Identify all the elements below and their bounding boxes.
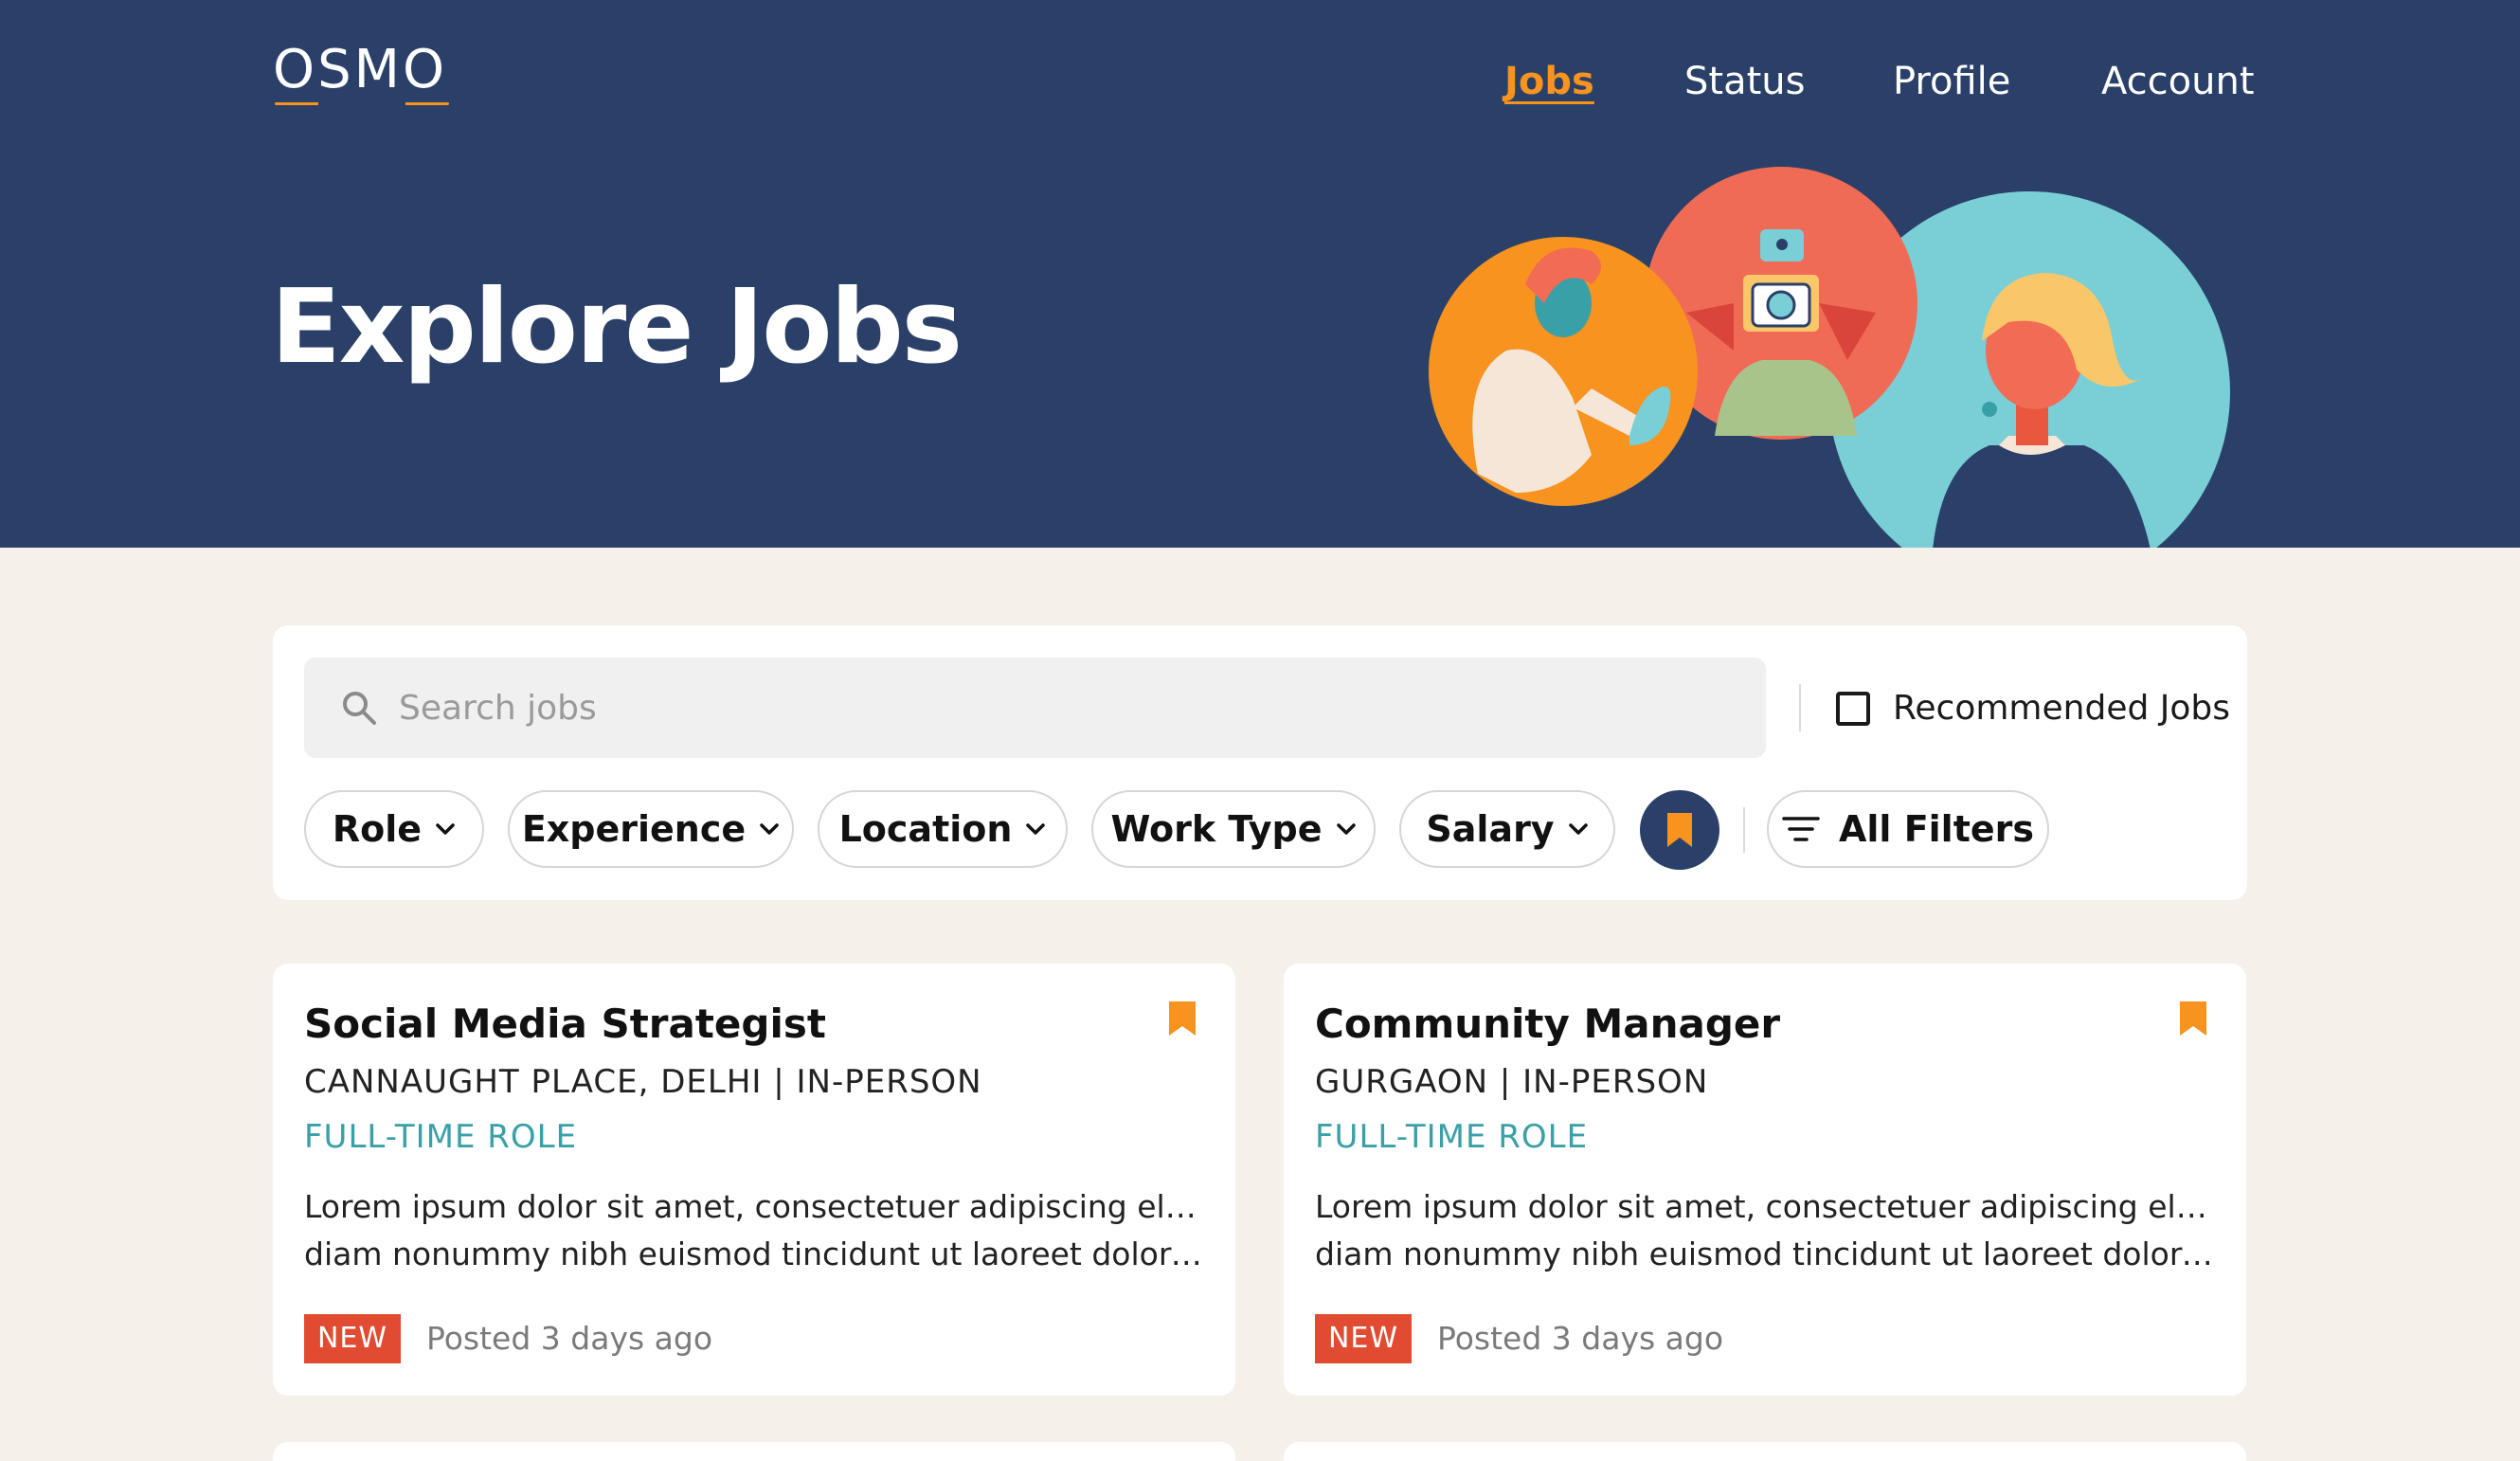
job-description-line: Lorem ipsum dolor sit amet, consectetuer… <box>1315 1188 2215 1225</box>
filter-chip-experience[interactable]: Experience <box>508 790 794 868</box>
search-icon <box>343 692 376 725</box>
logo-underline <box>275 102 449 105</box>
filter-chip-label: Location <box>838 808 1013 850</box>
all-filters-label: All Filters <box>1839 808 2034 850</box>
filter-chip-location[interactable]: Location <box>818 790 1068 868</box>
hero-illustration <box>1429 167 2230 548</box>
bookmark-icon[interactable] <box>2178 1000 2208 1037</box>
posted-time: Posted 3 days ago <box>1437 1320 1724 1357</box>
filter-panel: Recommended Jobs Role Experience Locatio… <box>273 625 2247 900</box>
header: OSMO Jobs Status Profile Account Explore… <box>0 0 2520 548</box>
saved-jobs-button[interactable] <box>1640 790 1719 870</box>
nav-item-jobs[interactable]: Jobs <box>1504 53 1594 110</box>
job-description: Lorem ipsum dolor sit amet, consectetuer… <box>304 1183 1204 1278</box>
chevron-down-icon <box>1336 823 1356 835</box>
search-input[interactable] <box>399 658 1725 758</box>
job-type: FULL-TIME ROLE <box>304 1118 578 1156</box>
job-title[interactable]: Social Media Strategist <box>304 996 826 1053</box>
job-title[interactable]: Community Manager <box>1315 996 1780 1053</box>
chevron-down-icon <box>760 823 779 835</box>
new-badge: NEW <box>304 1314 401 1363</box>
recommended-jobs-checkbox[interactable] <box>1836 692 1870 726</box>
job-type: FULL-TIME ROLE <box>1315 1118 1589 1156</box>
nav-item-account[interactable]: Account <box>2101 53 2255 110</box>
chevron-down-icon <box>1026 823 1046 835</box>
divider <box>1743 807 1745 853</box>
recommended-jobs-label[interactable]: Recommended Jobs <box>1893 682 2230 735</box>
job-description-line: diam nonummy nibh euismod tincidunt ut l… <box>1315 1236 2215 1272</box>
filter-chip-role[interactable]: Role <box>304 790 484 868</box>
filter-lines-icon <box>1782 817 1820 841</box>
bookmark-icon <box>1667 813 1692 847</box>
posted-time: Posted 3 days ago <box>426 1320 713 1357</box>
nav-item-profile[interactable]: Profile <box>1893 53 2010 110</box>
job-card-partial[interactable] <box>273 1442 1235 1461</box>
chevron-down-icon <box>1568 823 1588 835</box>
filter-chip-label: Experience <box>521 808 747 850</box>
filter-chip-work-type[interactable]: Work Type <box>1091 790 1376 868</box>
nav-item-status[interactable]: Status <box>1684 53 1805 110</box>
job-card-partial[interactable] <box>1284 1442 2246 1461</box>
job-location: CANNAUGHT PLACE, DELHI | IN-PERSON <box>304 1063 982 1101</box>
new-badge: NEW <box>1315 1314 1412 1363</box>
filter-chip-salary[interactable]: Salary <box>1399 790 1615 868</box>
logo[interactable]: OSMO <box>273 42 447 99</box>
job-location: GURGAON | IN-PERSON <box>1315 1063 1709 1101</box>
filter-chip-label: Role <box>332 808 423 850</box>
job-card[interactable]: Social Media Strategist CANNAUGHT PLACE,… <box>273 964 1235 1396</box>
job-description: Lorem ipsum dolor sit amet, consectetuer… <box>1315 1183 2215 1278</box>
job-description-line: Lorem ipsum dolor sit amet, consectetuer… <box>304 1188 1204 1225</box>
chevron-down-icon <box>436 823 455 835</box>
divider <box>1799 684 1801 731</box>
all-filters-button[interactable]: All Filters <box>1767 790 2049 868</box>
page-title: Explore Jobs <box>271 268 963 387</box>
search-box[interactable] <box>304 658 1766 758</box>
job-card[interactable]: Community Manager GURGAON | IN-PERSON FU… <box>1284 964 2246 1396</box>
bookmark-icon[interactable] <box>1167 1000 1197 1037</box>
job-description-line: diam nonummy nibh euismod tincidunt ut l… <box>304 1236 1204 1272</box>
filter-chip-label: Salary <box>1426 808 1555 850</box>
filter-chip-label: Work Type <box>1110 808 1323 850</box>
